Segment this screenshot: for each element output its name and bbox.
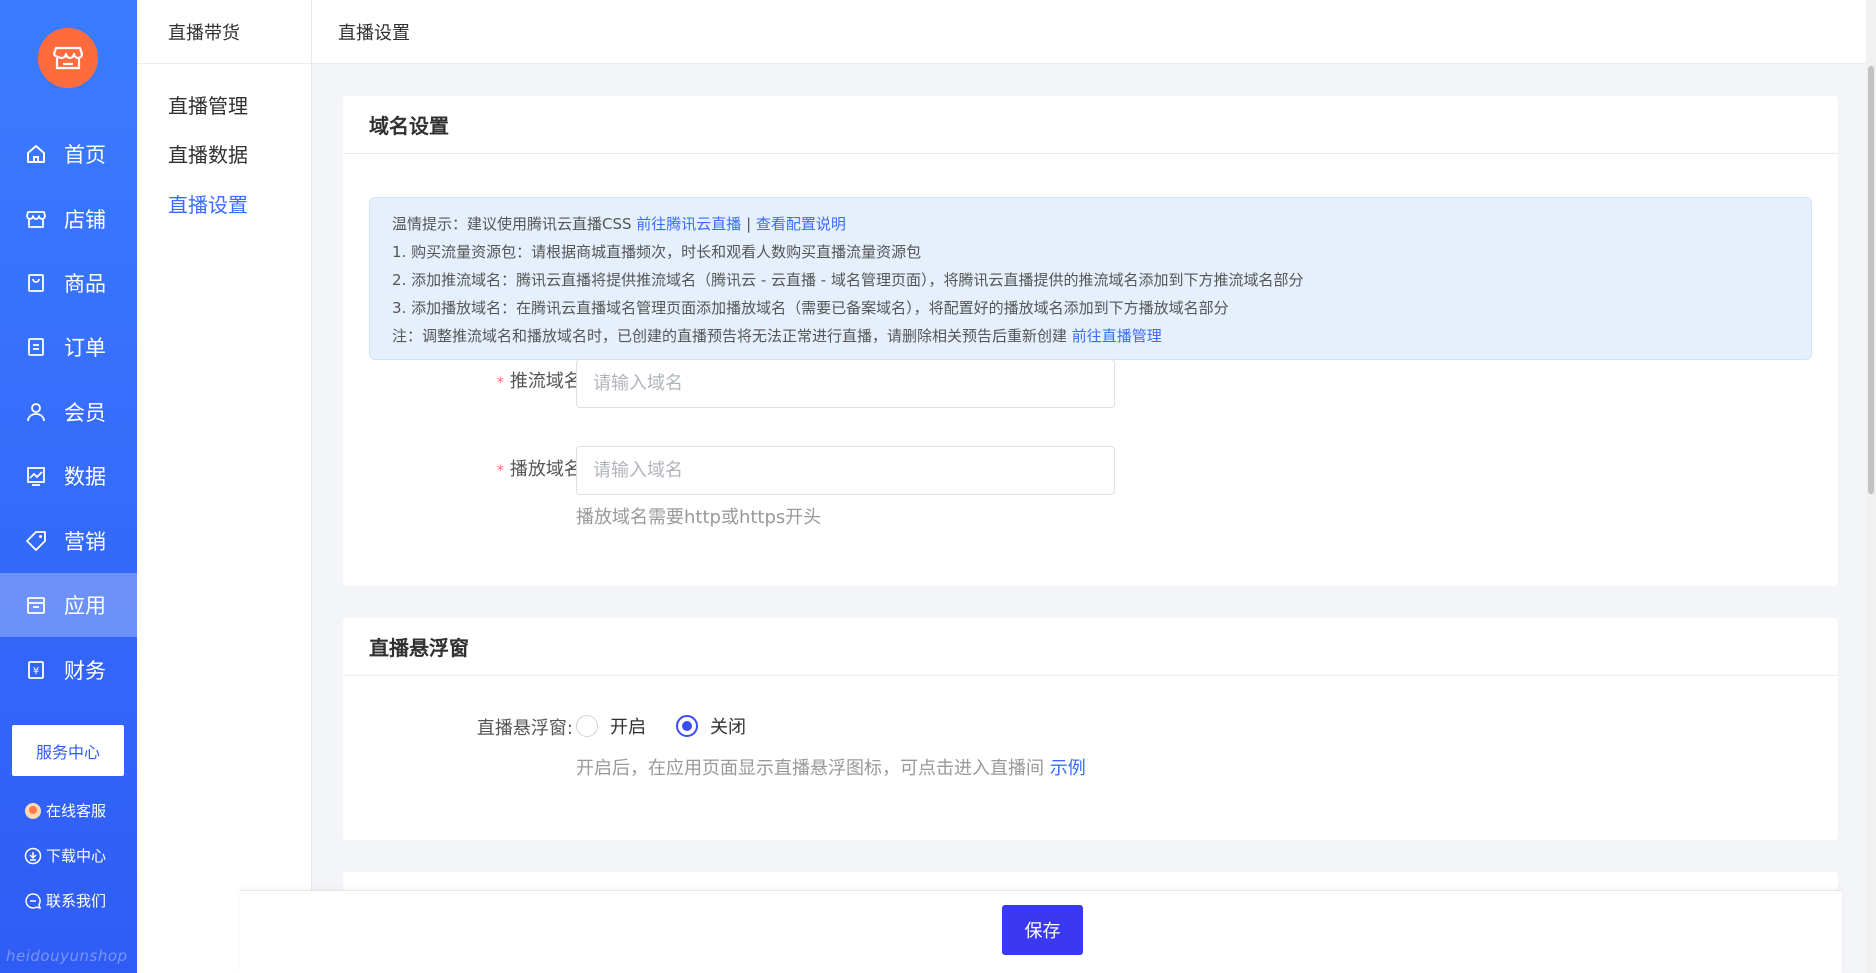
nav-item-members[interactable]: 会员 [0,380,137,444]
nav-item-store[interactable]: 店铺 [0,187,137,251]
nav-label: 会员 [64,401,106,425]
contact-us-link[interactable]: 联系我们 [24,890,106,911]
tip-line-1: 温情提示：建议使用腾讯云直播CSS 前往腾讯云直播 | 查看配置说明 [392,210,1811,238]
tip-separator: | [741,215,756,233]
float-window-on-radio[interactable]: 开启 [576,713,646,739]
side-link-label: 在线客服 [46,802,107,820]
play-domain-input[interactable] [576,446,1115,495]
subnav-title: 直播带货 [137,0,311,64]
tencent-live-link[interactable]: 前往腾讯云直播 [636,215,741,233]
float-window-off-radio[interactable]: 关闭 [676,713,746,739]
nav-item-goods[interactable]: 商品 [0,251,137,315]
config-guide-link[interactable]: 查看配置说明 [756,215,846,233]
order-icon [24,335,48,359]
nav-item-data[interactable]: 数据 [0,444,137,508]
play-domain-label: * 播放域名: [458,455,588,481]
main-sidebar: 首页 店铺 商品 订单 会员 数据 营销 应用 ¥ 财务 服务中心 在线客服 下… [0,0,137,973]
nav-item-finance[interactable]: ¥ 财务 [0,638,137,702]
service-center-button[interactable]: 服务中心 [12,725,124,776]
nav-label: 店铺 [64,208,106,232]
radio-label: 关闭 [710,717,746,738]
shop-logo[interactable] [38,28,98,88]
radio-circle-icon [576,715,598,737]
nav-label: 商品 [64,272,106,296]
push-domain-input[interactable] [576,359,1115,408]
nav-item-orders[interactable]: 订单 [0,315,137,379]
tag-icon [24,529,48,553]
play-domain-hint: 播放域名需要http或https开头 [576,507,822,528]
store-icon [24,207,48,231]
app-icon [24,593,48,617]
goods-icon [24,271,48,295]
nav-label: 数据 [64,465,106,489]
page-header: 直播设置 [312,0,1868,64]
home-icon [24,142,48,166]
nav-label: 财务 [64,659,106,683]
push-domain-label: * 推流域名: [458,367,588,393]
nav-label: 营销 [64,530,106,554]
page-title: 直播设置 [338,22,410,44]
side-link-label: 联系我们 [46,892,107,910]
download-center-link[interactable]: 下载中心 [24,845,106,866]
radio-checked-icon [676,715,698,737]
radio-label: 开启 [610,717,646,738]
domain-settings-card: 域名设置 温情提示：建议使用腾讯云直播CSS 前往腾讯云直播 | 查看配置说明 … [343,96,1838,586]
subnav-item-live-data[interactable]: 直播数据 [168,139,248,168]
live-management-link[interactable]: 前往直播管理 [1072,327,1162,345]
float-window-card: 直播悬浮窗 直播悬浮窗: 开启 关闭 开启后，在应用页面显示直播悬浮图标，可点击… [343,618,1838,840]
nav-item-marketing[interactable]: 营销 [0,509,137,573]
required-mark: * [496,463,504,479]
float-window-hint: 开启后，在应用页面显示直播悬浮图标，可点击进入直播间 示例 [576,754,1086,780]
store-logo-icon [53,46,83,70]
hint-text: 开启后，在应用页面显示直播悬浮图标，可点击进入直播间 [576,758,1050,779]
subnav-item-live-management[interactable]: 直播管理 [168,90,248,119]
nav-label: 订单 [64,336,106,360]
download-icon [24,847,42,865]
float-window-label: 直播悬浮窗: [476,718,573,739]
nav-item-apps[interactable]: 应用 [0,573,137,637]
chat-icon [24,892,42,910]
nav-label: 首页 [64,143,106,167]
tip-text: 注：调整推流域名和播放域名时，已创建的直播预告将无法正常进行直播，请删除相关预告… [392,327,1072,345]
subnav-item-live-settings[interactable]: 直播设置 [168,189,248,218]
side-link-label: 下载中心 [46,847,107,865]
online-support-link[interactable]: 在线客服 [24,800,106,821]
secondary-sidebar: 直播带货 直播管理 直播数据 直播设置 [137,0,312,973]
example-link[interactable]: 示例 [1050,758,1086,779]
nav-label: 应用 [64,594,106,618]
tip-line-3: 2. 添加推流域名：腾讯云直播将提供推流域名（腾讯云 - 云直播 - 域名管理页… [392,271,1304,289]
support-icon [24,802,42,820]
tip-line-5: 注：调整推流域名和播放域名时，已创建的直播预告将无法正常进行直播，请删除相关预告… [392,322,1811,350]
tip-line-2: 1. 购买流量资源包：请根据商城直播频次，时长和观看人数购买直播流量资源包 [392,243,922,261]
user-icon [24,400,48,424]
brand-watermark: heidouyunshop [6,947,128,965]
chart-icon [24,464,48,488]
finance-icon: ¥ [24,658,48,682]
domain-settings-title: 域名设置 [343,96,1838,154]
tip-box: 温情提示：建议使用腾讯云直播CSS 前往腾讯云直播 | 查看配置说明 1. 购买… [369,197,1812,360]
tip-line-4: 3. 添加播放域名：在腾讯云直播域名管理页面添加播放域名（需要已备案域名），将配… [392,299,1229,317]
svg-text:¥: ¥ [33,666,39,677]
tip-text: 温情提示：建议使用腾讯云直播CSS [392,215,637,233]
save-button[interactable]: 保存 [1002,905,1083,955]
nav-item-home[interactable]: 首页 [0,122,137,186]
required-mark: * [496,375,504,391]
scrollbar-thumb[interactable] [1868,66,1874,494]
float-window-title: 直播悬浮窗 [343,618,1838,676]
